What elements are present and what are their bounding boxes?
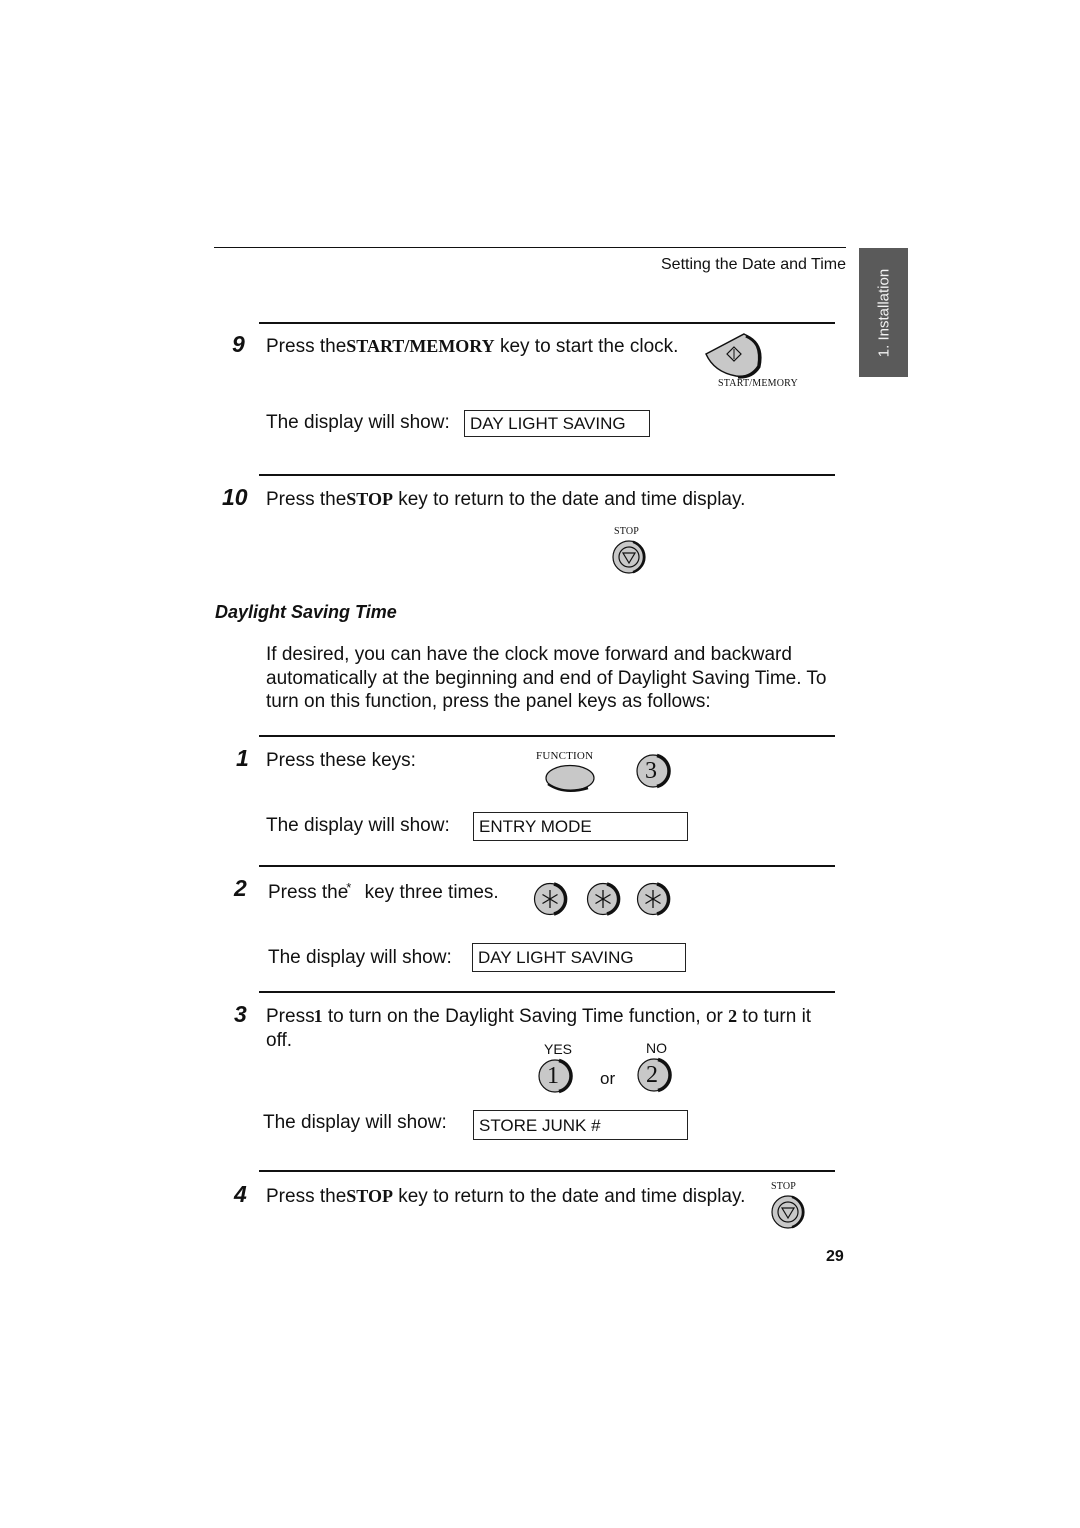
chapter-tab-label: 1. Installation bbox=[875, 268, 892, 357]
instruction-text-line2: off. bbox=[266, 1030, 293, 1051]
instruction-text: Press the bbox=[266, 1186, 347, 1207]
stop-key-caption: STOP bbox=[614, 526, 640, 537]
digit-2-keyword: 2 bbox=[728, 1006, 738, 1026]
step-instruction: Press the* key three times. bbox=[268, 880, 499, 904]
chapter-tab[interactable]: 1. Installation bbox=[859, 248, 908, 377]
display-readout: ENTRY MODE bbox=[473, 812, 688, 841]
instruction-text: Press the bbox=[266, 336, 347, 357]
step-number: 2 bbox=[234, 875, 247, 901]
stop-keyword: STOP bbox=[346, 1186, 393, 1206]
step-number: 10 bbox=[222, 484, 248, 510]
instruction-text: key three times. bbox=[364, 882, 499, 903]
step-instruction: Press theSTOP key to return to the date … bbox=[266, 489, 745, 511]
section-intro: If desired, you can have the clock move … bbox=[266, 643, 866, 714]
intro-line: automatically at the beginning and end o… bbox=[266, 667, 827, 689]
round-key-icon bbox=[636, 753, 671, 789]
instruction-text: to turn on the Daylight Saving Time func… bbox=[327, 1006, 723, 1027]
stop-key-icon[interactable] bbox=[612, 540, 650, 576]
page-number: 29 bbox=[826, 1248, 844, 1265]
step-divider bbox=[259, 1170, 835, 1172]
instruction-text: key to return to the date and time displ… bbox=[398, 1186, 746, 1207]
star-key-icon[interactable] bbox=[586, 882, 621, 916]
step-instruction: Press these keys: bbox=[266, 750, 416, 771]
step-divider bbox=[259, 865, 835, 867]
star-key-group bbox=[533, 881, 683, 926]
step-instruction: Press theSTOP key to return to the date … bbox=[266, 1186, 745, 1208]
star-key-icon[interactable] bbox=[533, 882, 568, 916]
step-number: 4 bbox=[234, 1181, 247, 1207]
step-divider bbox=[259, 735, 835, 737]
step-number: 3 bbox=[234, 1001, 247, 1027]
display-label: The display will show: bbox=[266, 815, 450, 836]
key-digit: 2 bbox=[646, 1062, 658, 1088]
display-label: The display will show: bbox=[268, 947, 452, 968]
star-keys bbox=[533, 882, 671, 916]
digit-1-yes-key[interactable]: 1 bbox=[538, 1058, 582, 1096]
digit-2-no-key[interactable]: 2 bbox=[637, 1057, 681, 1095]
start-memory-key-icon[interactable] bbox=[700, 332, 762, 379]
step-divider bbox=[259, 474, 835, 476]
display-label: The display will show: bbox=[263, 1112, 447, 1133]
instruction-text: Press bbox=[266, 1006, 315, 1027]
star-keyword: * bbox=[346, 880, 352, 895]
step-instruction: Press1 to turn on the Daylight Saving Ti… bbox=[266, 1006, 811, 1028]
step-number: 9 bbox=[232, 331, 245, 357]
step-instruction: Press theSTART/MEMORY key to start the c… bbox=[266, 336, 678, 358]
round-key-icon bbox=[637, 1057, 672, 1093]
function-key-icon[interactable] bbox=[544, 764, 598, 794]
round-key-icon bbox=[538, 1058, 573, 1094]
stop-key-caption: STOP bbox=[771, 1181, 797, 1192]
stop-key-icon[interactable] bbox=[771, 1195, 809, 1231]
display-readout: DAY LIGHT SAVING bbox=[464, 410, 650, 437]
yes-label: YES bbox=[544, 1041, 573, 1057]
digit-1-keyword: 1 bbox=[313, 1006, 323, 1026]
display-readout: DAY LIGHT SAVING bbox=[472, 943, 686, 972]
running-head: Setting the Date and Time bbox=[661, 256, 846, 273]
instruction-text: to turn it bbox=[742, 1006, 812, 1027]
instruction-text: key to start the clock. bbox=[499, 336, 679, 357]
display-readout: STORE JUNK # bbox=[473, 1110, 688, 1140]
or-text: or bbox=[600, 1069, 616, 1088]
start-memory-keyword: START/MEMORY bbox=[346, 336, 495, 356]
key-digit: 3 bbox=[645, 758, 657, 784]
step-divider bbox=[259, 322, 835, 324]
key-digit: 1 bbox=[547, 1063, 559, 1089]
section-title: Daylight Saving Time bbox=[215, 602, 397, 622]
no-label: NO bbox=[646, 1040, 667, 1056]
star-key-icon[interactable] bbox=[636, 882, 671, 916]
instruction-text: key to return to the date and time displ… bbox=[398, 489, 746, 510]
function-key-caption: FUNCTION bbox=[536, 750, 594, 762]
intro-line: If desired, you can have the clock move … bbox=[266, 644, 792, 665]
intro-line: turn on this function, press the panel k… bbox=[266, 691, 711, 712]
stop-keyword: STOP bbox=[346, 489, 393, 509]
instruction-text: Press the bbox=[266, 489, 347, 510]
digit-3-key[interactable]: 3 bbox=[636, 753, 680, 791]
start-memory-key-caption: START/MEMORY bbox=[718, 378, 798, 389]
step-number: 1 bbox=[236, 745, 249, 771]
header-rule bbox=[214, 247, 846, 248]
step-divider bbox=[259, 991, 835, 993]
instruction-text: Press the bbox=[268, 882, 349, 903]
display-label: The display will show: bbox=[266, 412, 450, 433]
